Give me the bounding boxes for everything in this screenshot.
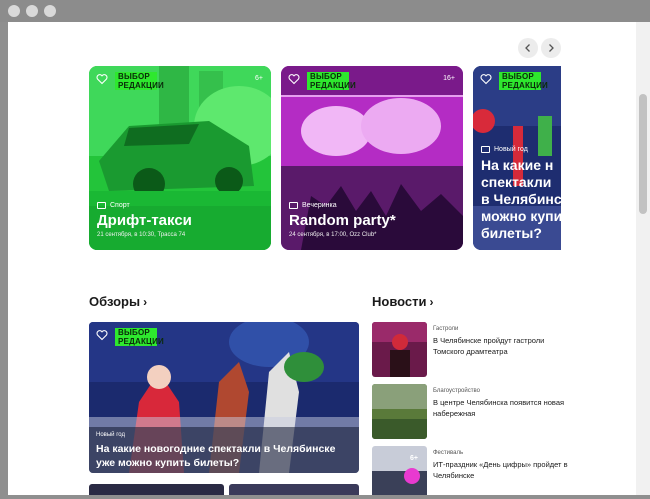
card-category: Новый год bbox=[481, 146, 528, 153]
chevron-right-icon: › bbox=[429, 295, 434, 309]
news-item[interactable]: Гастроли В Челябинске пройдут гастроли Т… bbox=[372, 322, 572, 377]
news-item[interactable]: 6+ Фестиваль ИТ-праздник «День цифры» пр… bbox=[372, 446, 572, 495]
scrollbar-thumb[interactable] bbox=[639, 94, 647, 214]
section-title-reviews[interactable]: Обзоры › bbox=[89, 294, 147, 309]
window-maximize-dot[interactable] bbox=[44, 5, 56, 17]
card-category: Вечеринка bbox=[289, 202, 337, 209]
card-category-label: Спорт bbox=[110, 202, 130, 209]
review-card-partial[interactable] bbox=[229, 484, 359, 495]
card-meta: 24 сентября, в 17:00, Ozz Club* bbox=[289, 232, 377, 238]
chevron-left-icon bbox=[525, 44, 530, 52]
news-thumb bbox=[372, 446, 427, 495]
ticket-icon bbox=[481, 146, 490, 153]
review-category: Новый год bbox=[96, 432, 125, 438]
section-title-label: Новости bbox=[372, 294, 427, 309]
card-title: Дрифт-такси bbox=[97, 212, 192, 229]
heart-icon[interactable] bbox=[480, 73, 492, 85]
event-card-party[interactable]: ВЫБОР РЕДАКЦИИ 16+ Вечеринка Random part… bbox=[281, 66, 463, 250]
review-card[interactable]: ВЫБОР РЕДАКЦИИ Новый год На какие нового… bbox=[89, 322, 359, 473]
page-content: ВЫБОР РЕДАКЦИИ 6+ Спорт Дрифт-такси 21 с… bbox=[8, 22, 636, 495]
age-rating: 6+ bbox=[255, 75, 263, 82]
age-rating: 6+ bbox=[410, 455, 418, 462]
news-category: Гастроли bbox=[433, 326, 459, 332]
editor-choice-badge: ВЫБОР РЕДАКЦИИ bbox=[499, 72, 548, 90]
news-thumb bbox=[372, 384, 427, 439]
section-title-label: Обзоры bbox=[89, 294, 141, 309]
chevron-right-icon: › bbox=[143, 295, 148, 309]
news-title: ИТ-праздник «День цифры» пройдет в Челяб… bbox=[433, 460, 568, 480]
review-card-partial[interactable] bbox=[89, 484, 224, 495]
card-category-label: Вечеринка bbox=[302, 202, 337, 209]
ticket-icon bbox=[97, 202, 106, 209]
event-card-theatre[interactable]: ВЫБОР РЕДАКЦИИ Новый год На какие н спек… bbox=[473, 66, 561, 250]
browser-window: ВЫБОР РЕДАКЦИИ 6+ Спорт Дрифт-такси 21 с… bbox=[0, 0, 650, 499]
news-thumb bbox=[372, 322, 427, 377]
carousel-prev-button[interactable] bbox=[518, 38, 538, 58]
heart-icon[interactable] bbox=[288, 73, 300, 85]
event-card-drift[interactable]: ВЫБОР РЕДАКЦИИ 6+ Спорт Дрифт-такси 21 с… bbox=[89, 66, 271, 250]
window-minimize-dot[interactable] bbox=[26, 5, 38, 17]
editor-choice-badge: ВЫБОР РЕДАКЦИИ bbox=[115, 328, 164, 346]
news-category: Благоустройство bbox=[433, 388, 480, 394]
card-title: Random party* bbox=[289, 212, 396, 229]
page-scrollbar[interactable] bbox=[636, 22, 650, 495]
chevron-right-icon bbox=[549, 44, 554, 52]
ticket-icon bbox=[289, 202, 298, 209]
card-category-label: Новый год bbox=[494, 146, 528, 153]
card-meta: 21 сентября, в 10:30, Трасса 74 bbox=[97, 232, 186, 238]
news-title: В Челябинске пройдут гастроли Томского д… bbox=[433, 336, 545, 356]
age-rating: 16+ bbox=[443, 75, 455, 82]
news-title: В центре Челябинска появится новая набер… bbox=[433, 398, 565, 418]
carousel-next-button[interactable] bbox=[541, 38, 561, 58]
editor-choice-badge: ВЫБОР РЕДАКЦИИ bbox=[307, 72, 356, 90]
section-title-news[interactable]: Новости › bbox=[372, 294, 434, 309]
editor-choice-badge: ВЫБОР РЕДАКЦИИ bbox=[115, 72, 164, 90]
window-close-dot[interactable] bbox=[8, 5, 20, 17]
heart-icon[interactable] bbox=[96, 329, 108, 341]
card-title: На какие н спектакли в Челябинске можно … bbox=[481, 157, 561, 241]
window-titlebar bbox=[0, 0, 650, 22]
heart-icon[interactable] bbox=[96, 73, 108, 85]
card-category: Спорт bbox=[97, 202, 130, 209]
news-category: Фестиваль bbox=[433, 450, 464, 456]
review-title: На какие новогодние спектакли в Челябинс… bbox=[96, 443, 336, 469]
news-item[interactable]: Благоустройство В центре Челябинска появ… bbox=[372, 384, 572, 439]
